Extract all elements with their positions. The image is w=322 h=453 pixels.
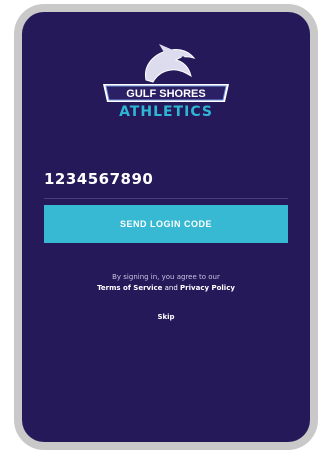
device-frame: GULF SHORES ATHLETICS 1234567890 SEND LO… xyxy=(14,4,318,450)
phone-number-field[interactable]: 1234567890 xyxy=(44,166,288,199)
legal-conjunction: and xyxy=(164,284,178,292)
svg-text:GULF SHORES: GULF SHORES xyxy=(126,88,205,100)
terms-of-service-link[interactable]: Terms of Service xyxy=(97,284,162,292)
legal-prefix: By signing in, you agree to our xyxy=(112,273,220,281)
privacy-policy-link[interactable]: Privacy Policy xyxy=(180,284,235,292)
app-screen: GULF SHORES ATHLETICS 1234567890 SEND LO… xyxy=(22,12,310,442)
legal-notice: By signing in, you agree to our Terms of… xyxy=(42,272,290,294)
skip-link[interactable]: Skip xyxy=(22,313,310,321)
brand-subtitle: ATHLETICS xyxy=(119,104,213,120)
send-login-code-button[interactable]: SEND LOGIN CODE xyxy=(44,205,288,243)
phone-number-value: 1234567890 xyxy=(44,170,154,188)
